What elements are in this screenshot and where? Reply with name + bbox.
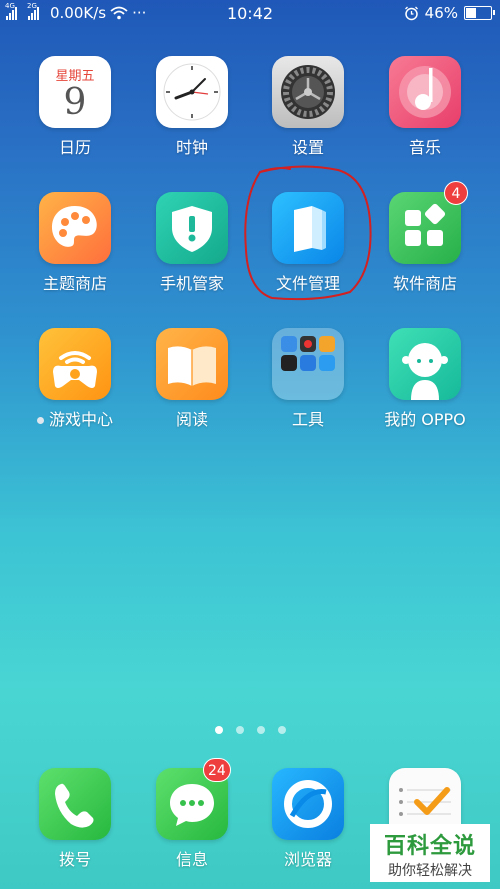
app-settings[interactable]: 设置 xyxy=(253,56,363,158)
app-label: 时钟 xyxy=(175,138,208,157)
app-theme-store[interactable]: 主题商店 xyxy=(20,192,130,294)
app-label: 设置 xyxy=(291,138,324,157)
page-dot[interactable] xyxy=(256,726,265,734)
alarm-icon xyxy=(404,6,418,20)
phone-icon xyxy=(39,768,111,840)
app-reader[interactable]: 阅读 xyxy=(137,328,247,430)
app-label: 音乐 xyxy=(408,138,441,157)
app-phone-manager[interactable]: 手机管家 xyxy=(137,192,247,294)
app-label: 浏览器 xyxy=(283,850,332,869)
app-label: 工具 xyxy=(291,410,324,429)
mascot-icon xyxy=(389,328,461,400)
app-calendar[interactable]: 星期五 9 日历 xyxy=(20,56,130,158)
app-label: 软件商店 xyxy=(392,274,457,293)
annotation-circle xyxy=(244,165,372,301)
gear-icon xyxy=(272,56,344,128)
clock-icon xyxy=(156,56,228,128)
app-messages[interactable]: 24 信息 xyxy=(137,758,247,870)
new-app-dot xyxy=(36,417,44,424)
app-label: 信息 xyxy=(175,850,208,869)
music-icon xyxy=(389,56,461,128)
app-label: 我的 OPPO xyxy=(384,410,466,429)
folder-tools[interactable]: 工具 xyxy=(253,328,363,430)
app-label: 手机管家 xyxy=(159,274,224,293)
page-dot[interactable] xyxy=(277,726,286,734)
app-dialer[interactable]: 拨号 xyxy=(20,768,130,870)
calendar-icon: 星期五 9 xyxy=(39,56,111,128)
notification-badge: 4 xyxy=(444,181,468,205)
app-label: 游戏中心 xyxy=(20,406,130,430)
watermark-logo: 百科全说 助你轻松解决 xyxy=(370,824,490,882)
app-label: 日历 xyxy=(58,138,91,157)
app-label-text: 游戏中心 xyxy=(48,410,113,429)
app-game-center[interactable]: 游戏中心 xyxy=(20,328,130,430)
page-dot[interactable] xyxy=(214,726,223,734)
watermark-title: 百科全说 xyxy=(383,834,476,859)
app-my-oppo[interactable]: 我的 OPPO xyxy=(370,328,480,430)
app-label: 拨号 xyxy=(58,850,91,869)
browser-icon xyxy=(272,768,344,840)
page-indicator[interactable] xyxy=(0,726,500,734)
notification-badge: 24 xyxy=(203,758,231,782)
page-dot[interactable] xyxy=(235,726,244,734)
app-music[interactable]: 音乐 xyxy=(370,56,480,158)
shield-icon xyxy=(156,192,228,264)
app-label: 主题商店 xyxy=(42,274,107,293)
game-controller-icon xyxy=(39,328,111,400)
app-browser[interactable]: 浏览器 xyxy=(253,768,363,870)
battery-percent: 46% xyxy=(424,4,458,22)
palette-icon xyxy=(39,192,111,264)
app-software-store[interactable]: 4 软件商店 xyxy=(370,181,480,294)
battery-icon xyxy=(464,6,495,20)
book-icon xyxy=(156,328,228,400)
app-clock[interactable]: 时钟 xyxy=(137,56,247,158)
calendar-day: 9 xyxy=(63,82,87,123)
folder-icon xyxy=(272,328,344,400)
watermark-subtitle: 助你轻松解决 xyxy=(388,863,472,879)
app-label: 阅读 xyxy=(175,410,208,429)
status-bar: 4G 2G 0.00K/s ··· 10:42 46% xyxy=(0,0,500,28)
